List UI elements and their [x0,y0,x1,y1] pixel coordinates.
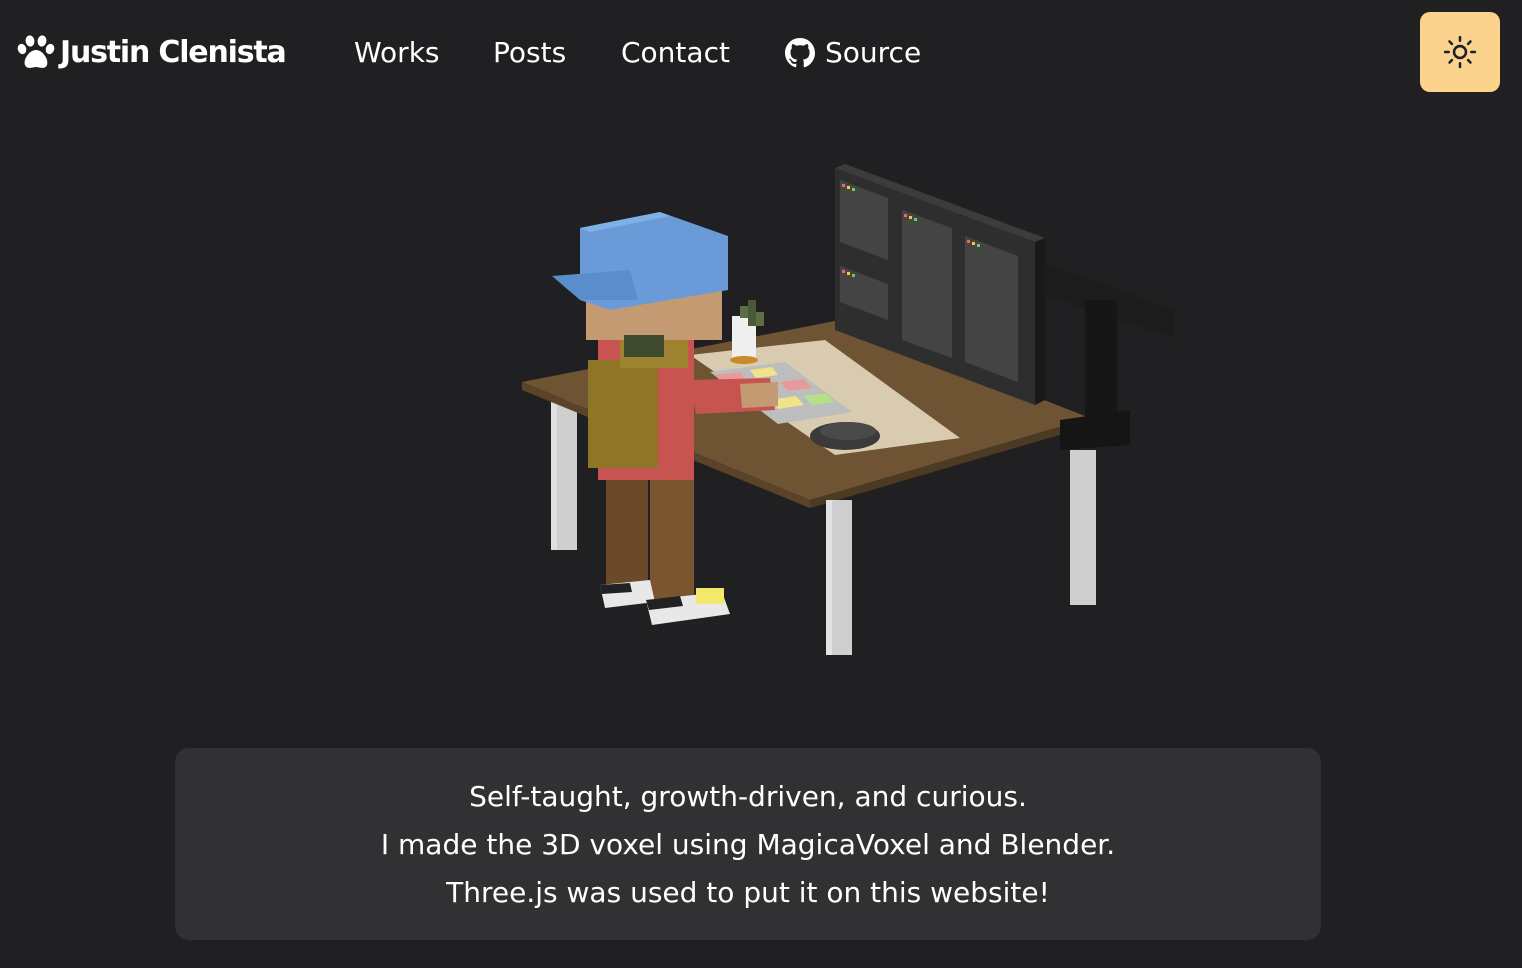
github-icon [785,38,815,68]
desk-leg-back-right [1070,450,1096,605]
paw-icon [17,35,55,68]
intro-line-2: I made the 3D voxel using MagicaVoxel an… [380,828,1116,861]
navbar: Justin Clenista Works Posts Contact Sour… [0,0,1522,105]
character-leg-front [650,475,694,607]
brand-name: Justin Clenista [60,35,287,70]
character-leg-back [606,465,648,595]
brand-logo-link[interactable]: Justin Clenista [16,34,287,72]
voxel-illustration [522,164,1175,655]
plant [748,300,756,326]
monitor-window-3 [902,210,952,358]
nav-link-contact[interactable]: Contact [621,33,730,73]
sun-icon [1443,35,1477,69]
nav-link-posts[interactable]: Posts [493,33,566,73]
intro-line-1: Self-taught, growth-driven, and curious. [469,780,1027,813]
intro-line-3: Three.js was used to put it on this webs… [446,876,1050,909]
character-backpack [588,360,658,468]
nav-link-source[interactable]: Source [785,33,921,73]
intro-card: Self-taught, growth-driven, and curious.… [175,748,1321,940]
voxel-model-canvas[interactable] [440,150,1240,690]
theme-toggle-button[interactable] [1420,12,1500,92]
character-hand [740,382,778,408]
page: Justin Clenista Works Posts Contact Sour… [0,0,1522,968]
nav-source-label: Source [825,36,922,69]
nav-link-works[interactable]: Works [354,33,440,73]
monitor-window-4 [965,236,1018,382]
